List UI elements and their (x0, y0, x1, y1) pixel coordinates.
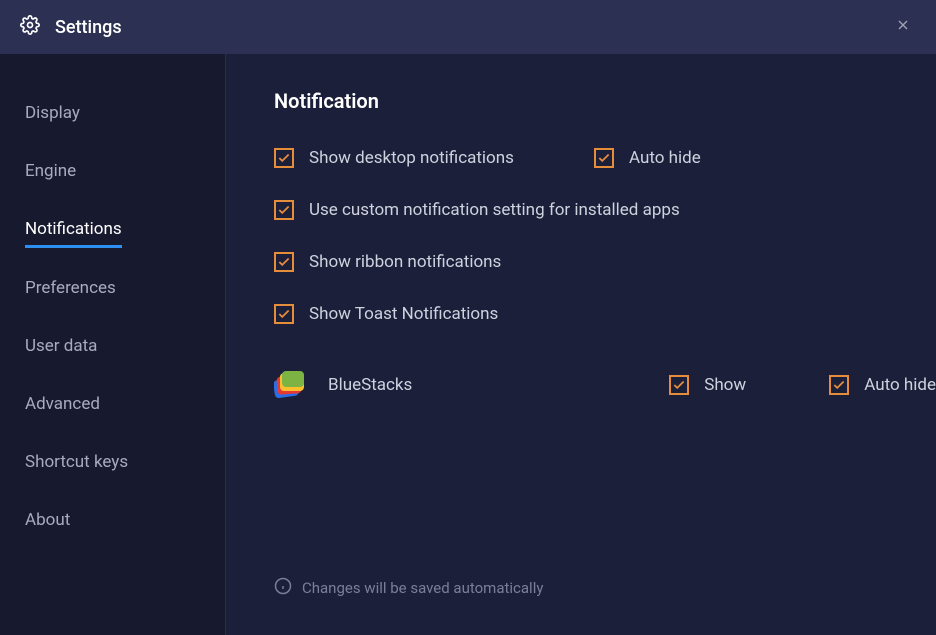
sidebar-item-display[interactable]: Display (0, 89, 105, 137)
row-custom-setting: Use custom notification setting for inst… (274, 200, 936, 220)
header: Settings (0, 0, 936, 54)
bluestacks-icon (274, 369, 306, 401)
label-ribbon-notifications: Show ribbon notifications (309, 252, 501, 272)
footer-message: Changes will be saved automatically (302, 579, 543, 597)
row-desktop-autohide: Show desktop notifications Auto hide (274, 148, 936, 168)
checkbox-group-ribbon: Show ribbon notifications (274, 252, 501, 272)
app-name-bluestacks: BlueStacks (328, 375, 558, 395)
checkbox-ribbon-notifications[interactable] (274, 252, 294, 272)
checkbox-app-show[interactable] (669, 375, 689, 395)
label-app-show: Show (704, 375, 746, 395)
info-icon (274, 577, 292, 599)
app-row-bluestacks: BlueStacks Show Auto hide (274, 369, 936, 401)
checkbox-group-app-autohide: Auto hide (829, 375, 936, 395)
checkbox-desktop-notifications[interactable] (274, 148, 294, 168)
label-custom-setting: Use custom notification setting for inst… (309, 200, 680, 220)
label-desktop-notifications: Show desktop notifications (309, 148, 514, 168)
checkbox-app-auto-hide[interactable] (829, 375, 849, 395)
sidebar: Display Engine Notifications Preferences… (0, 54, 226, 635)
row-toast: Show Toast Notifications (274, 304, 936, 324)
sidebar-item-notifications[interactable]: Notifications (25, 205, 122, 248)
content: Notification Show desktop notifications … (226, 54, 936, 635)
gear-icon (20, 15, 40, 39)
page-title: Settings (55, 17, 122, 38)
close-button[interactable] (890, 12, 916, 43)
header-left: Settings (20, 15, 122, 39)
row-ribbon: Show ribbon notifications (274, 252, 936, 272)
label-auto-hide: Auto hide (629, 148, 701, 168)
checkbox-group-app-show: Show (669, 375, 829, 395)
checkbox-group-custom: Use custom notification setting for inst… (274, 200, 680, 220)
checkbox-custom-setting[interactable] (274, 200, 294, 220)
sidebar-item-shortcutkeys[interactable]: Shortcut keys (0, 438, 153, 486)
checkbox-group-desktop: Show desktop notifications (274, 148, 594, 168)
checkbox-auto-hide[interactable] (594, 148, 614, 168)
main: Display Engine Notifications Preferences… (0, 54, 936, 635)
sidebar-item-preferences[interactable]: Preferences (0, 264, 141, 312)
footer: Changes will be saved automatically (274, 577, 543, 599)
sidebar-item-about[interactable]: About (0, 496, 95, 544)
checkbox-group-autohide: Auto hide (594, 148, 701, 168)
label-app-auto-hide: Auto hide (864, 375, 936, 395)
section-title: Notification (274, 89, 936, 113)
checkbox-group-toast: Show Toast Notifications (274, 304, 498, 324)
checkbox-toast-notifications[interactable] (274, 304, 294, 324)
sidebar-item-userdata[interactable]: User data (0, 322, 122, 370)
sidebar-item-advanced[interactable]: Advanced (0, 380, 125, 428)
sidebar-item-engine[interactable]: Engine (0, 147, 101, 195)
label-toast-notifications: Show Toast Notifications (309, 304, 498, 324)
